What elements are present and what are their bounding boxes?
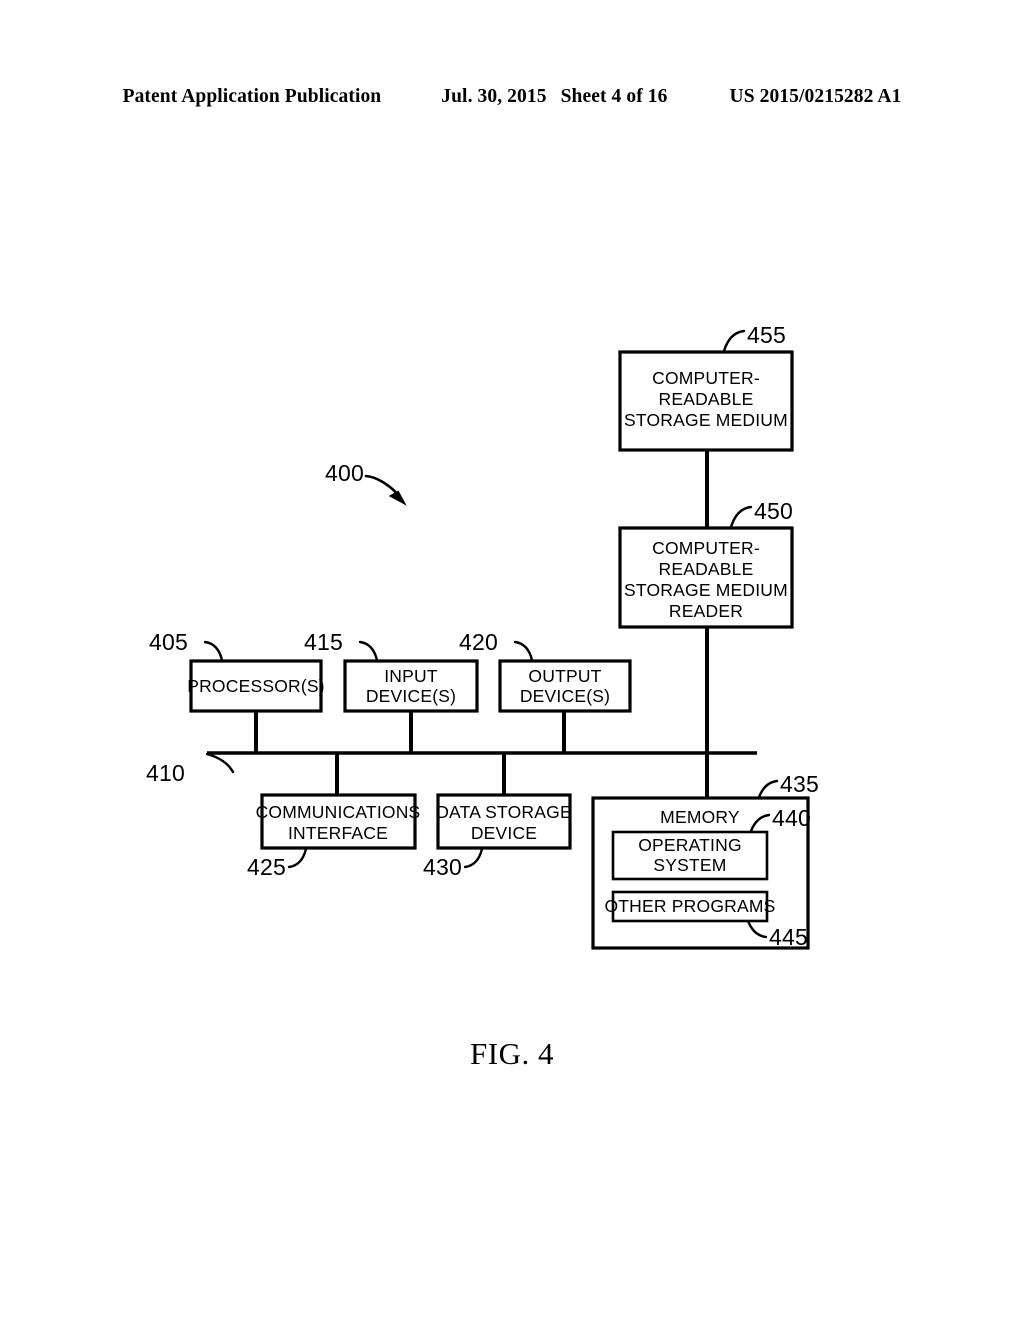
block-crsm-line-2: READABLE <box>659 389 754 409</box>
block-other-programs-label: OTHER PROGRAMS <box>604 896 775 916</box>
patent-page: Patent Application Publication Jul. 30, … <box>0 0 1024 1320</box>
leader-line-450 <box>729 505 753 529</box>
ref-label-450: 450 <box>754 498 793 524</box>
block-computer-readable-storage-medium: COMPUTER- READABLE STORAGE MEDIUM <box>618 350 794 452</box>
ref-label-405: 405 <box>149 629 188 655</box>
block-output-device-line-2: DEVICE(S) <box>520 686 610 706</box>
leader-line-425 <box>287 847 308 869</box>
block-memory-label: MEMORY <box>660 807 740 827</box>
leader-line-405 <box>203 640 224 662</box>
ref-label-435: 435 <box>780 771 819 797</box>
block-comm-interface-line-2: INTERFACE <box>288 823 388 843</box>
ref-label-400: 400 <box>325 460 364 486</box>
block-other-programs: OTHER PROGRAMS <box>604 890 775 923</box>
leader-line-420 <box>513 640 534 662</box>
block-crsm-line-1: COMPUTER- <box>652 368 760 388</box>
block-operating-system-line-1: OPERATING <box>638 835 742 855</box>
ref-label-425: 425 <box>247 854 286 880</box>
block-crsm-reader-line-2: READABLE <box>659 559 754 579</box>
leader-line-415 <box>358 640 379 662</box>
ref-label-445: 445 <box>769 924 808 950</box>
leader-line-455 <box>722 329 746 353</box>
block-communications-interface: COMMUNICATIONS INTERFACE <box>256 793 421 850</box>
block-data-storage-line-2: DEVICE <box>471 823 537 843</box>
system-ref-arrowhead <box>388 490 407 506</box>
block-input-device-line-2: DEVICE(S) <box>366 686 456 706</box>
block-crsm-line-3: STORAGE MEDIUM <box>624 410 788 430</box>
block-output-device: OUTPUT DEVICE(S) <box>498 659 632 713</box>
block-computer-readable-storage-medium-reader: COMPUTER- READABLE STORAGE MEDIUM READER <box>618 526 794 629</box>
block-operating-system: OPERATING SYSTEM <box>611 830 769 881</box>
ref-label-415: 415 <box>304 629 343 655</box>
block-crsm-reader-line-3: STORAGE MEDIUM <box>624 580 788 600</box>
block-data-storage-line-1: DATA STORAGE <box>436 802 572 822</box>
ref-label-430: 430 <box>423 854 462 880</box>
block-input-device: INPUT DEVICE(S) <box>343 659 479 713</box>
block-output-device-line-1: OUTPUT <box>528 666 601 686</box>
block-processor-label: PROCESSOR(S) <box>187 676 325 696</box>
leader-line-410 <box>205 752 235 774</box>
block-comm-interface-line-1: COMMUNICATIONS <box>256 802 421 822</box>
ref-label-420: 420 <box>459 629 498 655</box>
figure-caption: FIG. 4 <box>470 1036 554 1071</box>
block-input-device-line-1: INPUT <box>384 666 438 686</box>
system-block-diagram: COMPUTER- READABLE STORAGE MEDIUM 455 CO… <box>146 322 819 950</box>
block-processor: PROCESSOR(S) <box>187 659 325 713</box>
block-crsm-reader-line-1: COMPUTER- <box>652 538 760 558</box>
leader-line-430 <box>463 847 484 869</box>
ref-label-440: 440 <box>772 805 811 831</box>
block-data-storage-device: DATA STORAGE DEVICE <box>436 793 572 850</box>
block-crsm-reader-line-4: READER <box>669 601 743 621</box>
ref-label-410: 410 <box>146 760 185 786</box>
ref-label-455: 455 <box>747 322 786 348</box>
leader-line-435 <box>757 779 779 799</box>
block-operating-system-line-2: SYSTEM <box>653 855 726 875</box>
